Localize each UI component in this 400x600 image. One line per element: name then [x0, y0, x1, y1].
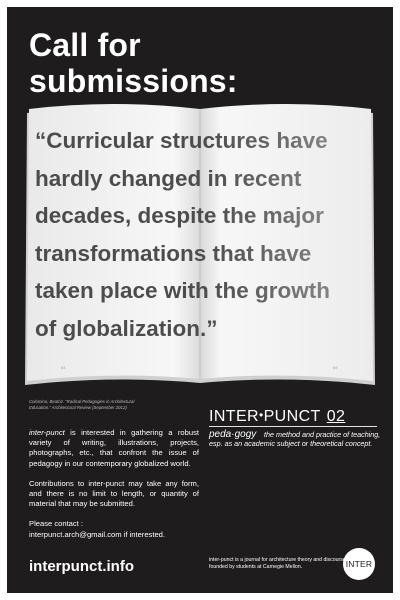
definition-text: the method and practice of teaching, esp… — [209, 430, 381, 449]
brand-name-right: PUNCT — [263, 408, 321, 425]
contact-label: Please contact : — [29, 519, 84, 529]
body-paragraph-intro: inter-punct is interested in gathering a… — [29, 428, 199, 469]
interpunct-dot: • — [259, 408, 264, 422]
logo-text: INTER — [345, 559, 373, 569]
pull-quote: “Curricular structures have hardly chang… — [35, 122, 379, 347]
headline: Call for submissions: — [29, 27, 238, 99]
page-number-right: 65 — [333, 365, 338, 370]
journal-description: inter-punct is a journal for architectur… — [209, 557, 346, 570]
issue-number: 02 — [326, 408, 346, 425]
poster: Call for submissions: “Curricular struct… — [7, 7, 393, 593]
contact-email: interpunct.arch@gmail.com if interested. — [29, 529, 166, 539]
open-book-image: “Curricular structures have hardly chang… — [21, 99, 379, 389]
inter-logo: INTER — [343, 548, 375, 580]
quote-citation: Colomina, Beatriz. “Radical Pedagogies i… — [29, 399, 135, 410]
website-url: interpunct.info — [29, 558, 134, 575]
journal-name: inter-punct — [29, 428, 65, 437]
brand-divider — [209, 426, 377, 427]
brand-title: INTER•PUNCT 02 — [209, 408, 345, 426]
body-paragraph-contact: Please contact : interpunct.arch@gmail.co… — [29, 519, 199, 539]
body-paragraph-contributions: Contributions to inter-punct may take an… — [29, 478, 199, 509]
page-number-left: 64 — [61, 365, 66, 370]
brand-name-left: INTER — [209, 408, 259, 425]
body-copy: inter-punct is interested in gathering a… — [29, 428, 199, 550]
